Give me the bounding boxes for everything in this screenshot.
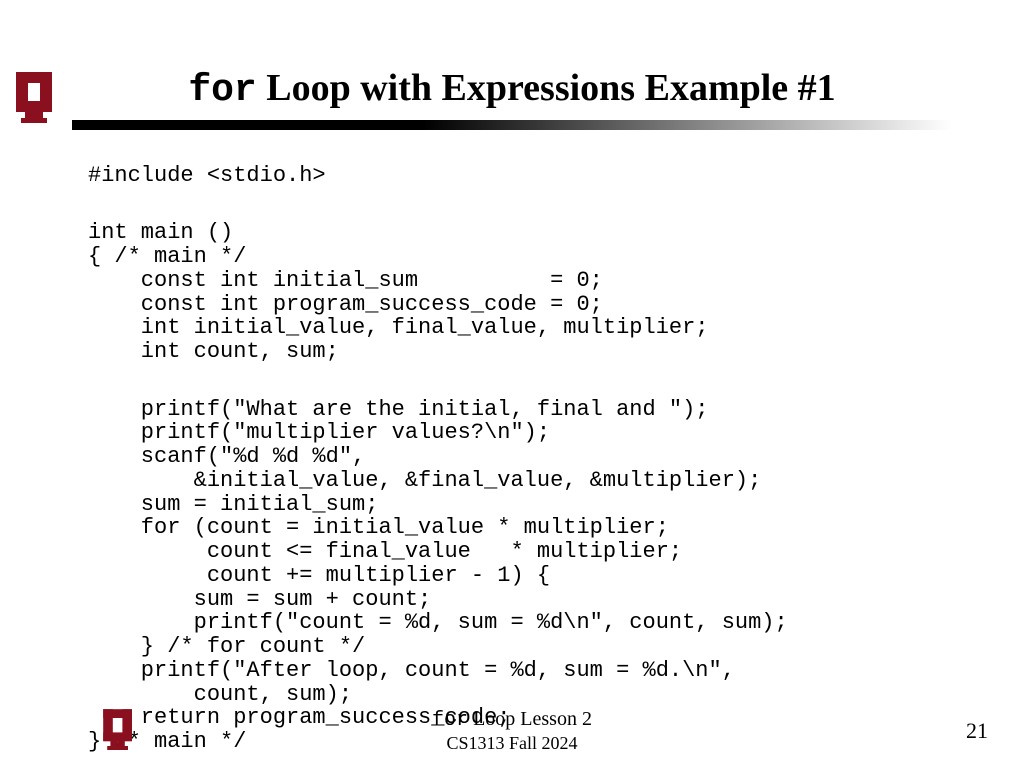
title-text: Loop with Expressions Example #1 <box>257 67 836 109</box>
code-line: &initial_value, &final_value, &multiplie… <box>88 468 761 493</box>
code-line: count, sum); <box>88 682 352 707</box>
code-line: int main () <box>88 220 233 245</box>
code-line: const int program_success_code = 0; <box>88 292 603 317</box>
page-number: 21 <box>966 718 988 744</box>
code-line: sum = initial_sum; <box>88 492 378 517</box>
code-line: printf("What are the initial, final and … <box>88 397 709 422</box>
code-line: const int initial_sum = 0; <box>88 268 603 293</box>
code-line: printf("count = %d, sum = %d\n", count, … <box>88 610 788 635</box>
code-line: count += multiplier - 1) { <box>88 563 550 588</box>
code-line: for (count = initial_value * multiplier; <box>88 515 669 540</box>
slide-title: for Loop with Expressions Example #1 <box>0 68 1024 112</box>
code-block: #include <stdio.h> int main () { /* main… <box>88 140 968 754</box>
code-line: } /* for count */ <box>88 634 365 659</box>
footer: for Loop Lesson 2 CS1313 Fall 2024 <box>0 708 1024 755</box>
code-line: #include <stdio.h> <box>88 163 326 188</box>
code-line: int count, sum; <box>88 339 339 364</box>
code-line: count <= final_value * multiplier; <box>88 539 682 564</box>
title-divider <box>72 120 952 130</box>
footer-keyword: for <box>432 709 468 732</box>
code-line: printf("multiplier values?\n"); <box>88 420 550 445</box>
footer-subtext: CS1313 Fall 2024 <box>446 733 577 753</box>
code-line: printf("After loop, count = %d, sum = %d… <box>88 658 735 683</box>
code-line: sum = sum + count; <box>88 587 431 612</box>
code-line: scanf("%d %d %d", <box>88 444 365 469</box>
code-line: { /* main */ <box>88 244 246 269</box>
title-keyword: for <box>188 69 256 112</box>
code-line: int initial_value, final_value, multipli… <box>88 315 709 340</box>
slide: for Loop with Expressions Example #1 #in… <box>0 0 1024 768</box>
footer-text: Loop Lesson 2 <box>468 708 592 730</box>
